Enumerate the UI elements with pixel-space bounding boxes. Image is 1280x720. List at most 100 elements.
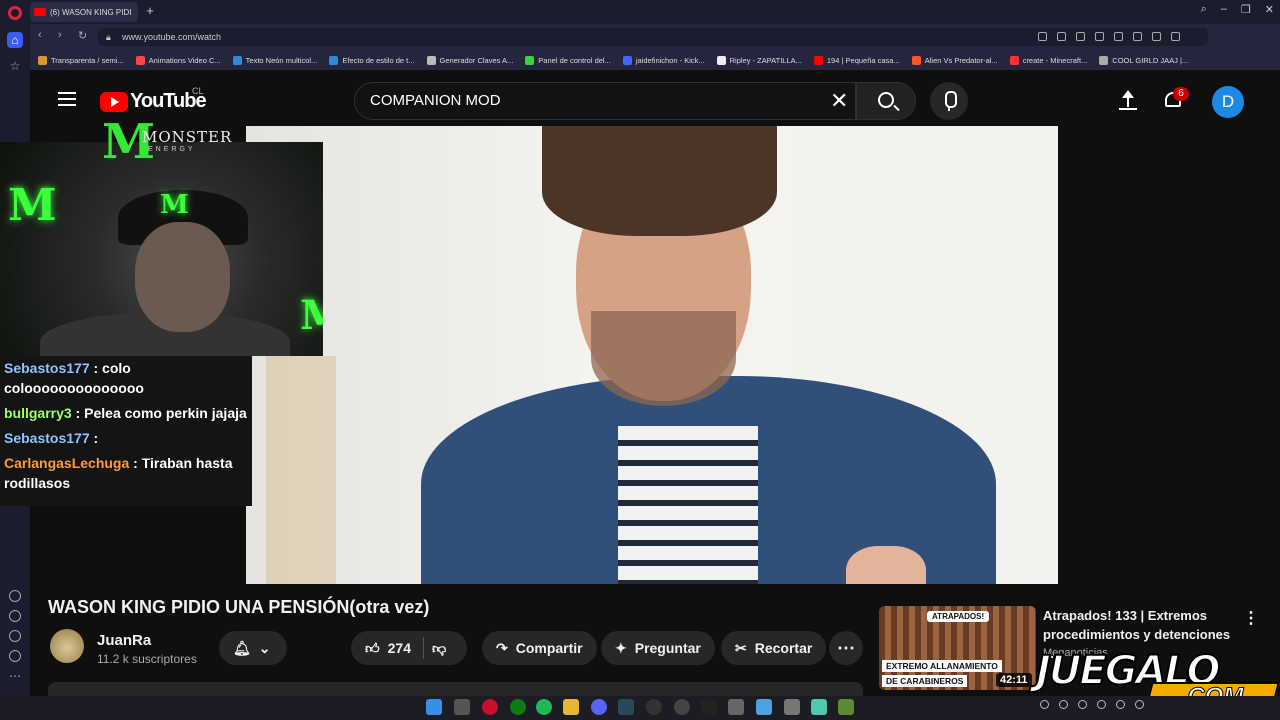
like-dislike-group: 👍︎ 274 👎︎ [351, 631, 467, 665]
voice-search-button[interactable] [930, 82, 968, 120]
tray-icon-5[interactable] [1116, 700, 1125, 709]
bookmark-favicon-icon [1099, 55, 1109, 65]
search-tabs-icon[interactable]: ⌕ [1201, 3, 1207, 16]
forward-button[interactable]: › [58, 29, 62, 41]
lock-icon[interactable]: 🔒︎ [106, 32, 111, 43]
like-button[interactable]: 👍︎ 274 [365, 640, 411, 657]
clip-button[interactable]: ✂ Recortar [721, 631, 827, 665]
recommended-menu-icon[interactable]: ⋮ [1243, 608, 1259, 628]
bookmark-item[interactable]: Transparenta / semi... [38, 55, 124, 65]
more-icon[interactable]: ⋯ [7, 668, 23, 684]
bookmarks-bar: Transparenta / semi... Animations Video C… [30, 50, 1280, 70]
app-icon-3[interactable] [784, 699, 800, 715]
bookmark-item[interactable]: create - Minecraft... [1009, 55, 1087, 65]
bookmark-favicon-icon [622, 55, 632, 65]
minimize-button[interactable]: – [1221, 3, 1227, 16]
video-player[interactable] [246, 126, 1058, 584]
upload-icon[interactable] [1118, 90, 1138, 112]
more-actions-button[interactable]: ⋯ [829, 631, 863, 665]
app-icon-1[interactable] [674, 699, 690, 715]
spotify-icon[interactable] [536, 699, 552, 715]
heart-bookmark-icon[interactable] [1133, 32, 1142, 41]
chat-username[interactable]: Sebastos177 [4, 360, 90, 376]
browser-tab-active[interactable]: (6) WASON KING PIDI [30, 2, 138, 22]
player-icon[interactable] [1114, 32, 1123, 41]
settings-icon[interactable] [9, 630, 21, 642]
restore-button[interactable]: ❐ [1241, 3, 1251, 16]
file-explorer-icon[interactable] [563, 699, 579, 715]
hamburger-menu-icon[interactable] [58, 92, 76, 106]
camera-icon[interactable] [1076, 32, 1085, 41]
download-icon[interactable] [1152, 32, 1161, 41]
speed-dial-icon[interactable]: ☆ [7, 58, 23, 74]
steam-icon[interactable] [618, 699, 634, 715]
ask-button[interactable]: ✦ Preguntar [601, 631, 715, 665]
bookmark-item[interactable]: Ripley - ZAPATILLA... [716, 55, 802, 65]
bookmark-item[interactable]: jaidefinichon - Kick... [622, 55, 705, 65]
chevron-down-icon: ⌄ [258, 639, 271, 656]
bookmark-item[interactable]: Generador Claves A... [426, 55, 513, 65]
channel-avatar[interactable] [50, 629, 84, 663]
bookmark-label: Panel de control del... [538, 55, 611, 65]
tray-icon-2[interactable] [1059, 700, 1068, 709]
notepad-icon[interactable] [811, 699, 827, 715]
snapshot-icon[interactable] [1057, 32, 1066, 41]
bookmark-item[interactable]: Efecto de estilo de t... [329, 55, 415, 65]
lens-icon[interactable] [1038, 32, 1047, 41]
bookmark-favicon-icon [911, 55, 921, 65]
bookmark-item[interactable]: Texto Neón multicol... [232, 55, 317, 65]
tray-icon-6[interactable] [1135, 700, 1144, 709]
app-icon-2[interactable] [728, 699, 744, 715]
discord-icon[interactable] [591, 699, 607, 715]
ask-label: Preguntar [634, 640, 701, 656]
bookmark-item[interactable]: Alien Vs Predator-al... [911, 55, 998, 65]
subscription-bell-button[interactable]: 🔔︎ ⌄ [219, 631, 287, 665]
lightbulb-icon[interactable] [9, 650, 21, 662]
bookmark-label: Efecto de estilo de t... [342, 55, 415, 65]
description-box[interactable] [48, 682, 863, 696]
bookmark-item[interactable]: Panel de control del... [525, 55, 611, 65]
channel-name[interactable]: JuanRa [97, 632, 151, 649]
bookmark-item[interactable]: COOL GIRLD JAAJ |... [1099, 55, 1188, 65]
bookmark-label: jaidefinichon - Kick... [635, 55, 705, 65]
windows-start-icon[interactable] [426, 699, 442, 715]
sparkle-icon: ✦ [615, 639, 627, 656]
chat-username[interactable]: CarlangasLechuga [4, 455, 129, 471]
youtube-logo-icon[interactable] [100, 92, 128, 112]
heart-icon[interactable] [9, 590, 21, 602]
brand-name: MONSTER [142, 128, 233, 146]
bookmark-item[interactable]: Animations Video C... [135, 55, 221, 65]
task-view-icon[interactable] [454, 699, 470, 715]
shield-icon[interactable] [1095, 32, 1104, 41]
minecraft-icon[interactable] [838, 699, 854, 715]
bookmark-favicon-icon [426, 55, 436, 65]
epic-games-icon[interactable] [701, 699, 717, 715]
search-input[interactable]: COMPANION MOD [354, 82, 856, 120]
share-button[interactable]: ↷ Compartir [482, 631, 597, 665]
history-icon[interactable] [9, 610, 21, 622]
chat-username[interactable]: bullgarry3 [4, 405, 72, 421]
back-button[interactable]: ‹ [38, 29, 42, 41]
account-avatar[interactable]: D [1212, 86, 1244, 118]
reload-button[interactable]: ↻ [78, 29, 87, 42]
tray-icon-3[interactable] [1078, 700, 1087, 709]
dislike-button[interactable]: 👎︎ [432, 640, 446, 657]
stream-chat: Sebastos177 : colo coloooooooooooooo bull… [0, 356, 252, 506]
home-icon[interactable]: ⌂ [7, 32, 23, 48]
xbox-icon[interactable] [510, 699, 526, 715]
photos-icon[interactable] [756, 699, 772, 715]
clear-search-icon[interactable]: ✕ [830, 90, 848, 112]
extensions-icon[interactable] [1171, 32, 1180, 41]
tray-icon-1[interactable] [1040, 700, 1049, 709]
close-window-button[interactable]: ✕ [1265, 3, 1274, 16]
thumb-caption-2: DE CARABINEROS [882, 675, 968, 687]
chat-text: : [93, 430, 99, 446]
tray-icon-4[interactable] [1097, 700, 1106, 709]
opera-logo-icon[interactable] [8, 6, 22, 20]
obs-icon[interactable] [646, 699, 662, 715]
opera-taskbar-icon[interactable] [482, 699, 498, 715]
bookmark-item[interactable]: 194 | Pequeña casa... [813, 55, 900, 65]
chat-username[interactable]: Sebastos177 [4, 430, 90, 446]
new-tab-button[interactable]: + [143, 4, 157, 18]
search-button[interactable] [856, 82, 916, 120]
